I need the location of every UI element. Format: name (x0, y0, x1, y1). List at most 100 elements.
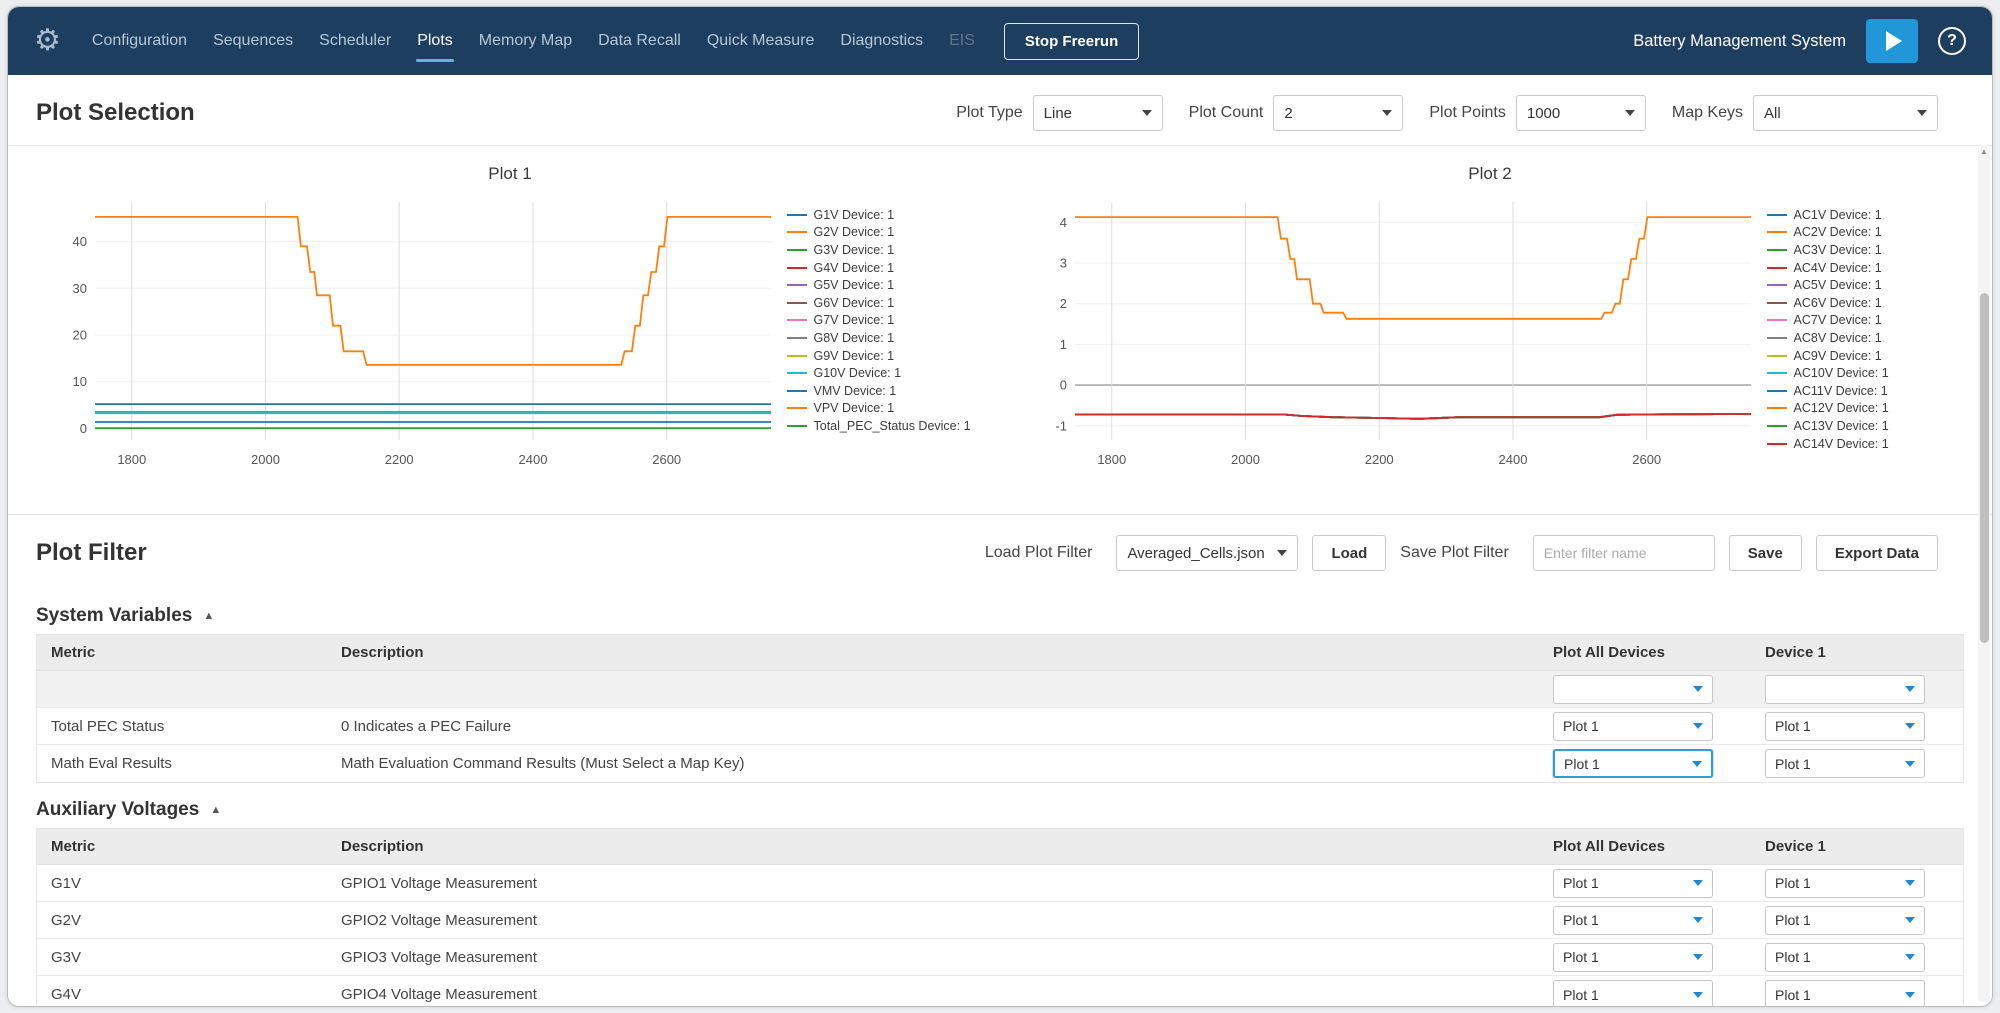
plot-card-2: Plot 2 18002000220024002600-101234 AC1V … (1000, 146, 1980, 474)
filter-group-system-variables: System Variables ▲ MetricDescriptionPlot… (36, 605, 1964, 783)
gear-icon[interactable]: ⚙ (34, 26, 61, 56)
control-label: Map Keys (1672, 104, 1743, 122)
legend-item[interactable]: AC4V Device: 1 (1767, 259, 1952, 277)
filter-file-select[interactable]: Averaged_Cells.json (1116, 535, 1298, 571)
legend-item[interactable]: G4V Device: 1 (787, 259, 972, 277)
legend-item[interactable]: AC10V Device: 1 (1767, 364, 1952, 382)
plot-all-devices-cell: Plot 1 (1539, 943, 1751, 972)
nav-item-plots[interactable]: Plots (404, 24, 466, 58)
app-window: ⚙ ConfigurationSequencesSchedulerPlotsMe… (7, 6, 1993, 1007)
plot-target-select[interactable]: Plot 1 (1553, 712, 1713, 741)
plot-card-1: Plot 1 18002000220024002600010203040 G1V… (20, 146, 1000, 474)
description-cell: Math Evaluation Command Results (Must Se… (327, 755, 1539, 772)
legend-item[interactable]: AC8V Device: 1 (1767, 329, 1952, 347)
legend-item[interactable]: Total_PEC_Status Device: 1 (787, 417, 972, 435)
legend-swatch (1767, 372, 1787, 374)
chevron-down-icon (1905, 954, 1915, 960)
plot-target-select[interactable]: Plot 1 (1765, 980, 1925, 1006)
legend-item[interactable]: VMV Device: 1 (787, 382, 972, 400)
plot-points-select[interactable]: 1000 (1516, 95, 1646, 131)
legend-item[interactable]: VPV Device: 1 (787, 400, 972, 418)
plot-target-select[interactable]: Plot 1 (1553, 906, 1713, 935)
legend-item[interactable]: AC11V Device: 1 (1767, 382, 1952, 400)
load-button[interactable]: Load (1312, 535, 1386, 571)
plot-count-select[interactable]: 2 (1273, 95, 1403, 131)
plot-target-select[interactable]: Plot 1 (1553, 869, 1713, 898)
legend-item[interactable]: AC5V Device: 1 (1767, 276, 1952, 294)
legend-swatch (1767, 355, 1787, 357)
control-plot-count: Plot Count 2 (1189, 95, 1404, 131)
plot-target-select[interactable]: Plot 1 (1765, 749, 1925, 778)
nav-item-scheduler[interactable]: Scheduler (306, 24, 404, 58)
plot-type-select[interactable]: Line (1033, 95, 1163, 131)
table-header-row: MetricDescriptionPlot All DevicesDevice … (37, 829, 1963, 865)
legend-item[interactable]: AC7V Device: 1 (1767, 312, 1952, 330)
chart-legend: AC1V Device: 1 AC2V Device: 1 AC3V Devic… (1767, 194, 1952, 452)
legend-item[interactable]: G2V Device: 1 (787, 224, 972, 242)
scrollbar-thumb[interactable] (1980, 293, 1989, 643)
legend-item[interactable]: G5V Device: 1 (787, 276, 972, 294)
plots-row: Plot 1 18002000220024002600010203040 G1V… (8, 146, 1992, 515)
plot-target-select[interactable] (1553, 675, 1713, 704)
plot-target-select[interactable]: Plot 1 (1553, 943, 1713, 972)
svg-text:1: 1 (1059, 337, 1066, 352)
nav-item-memory-map[interactable]: Memory Map (466, 24, 585, 58)
plot-target-select[interactable]: Plot 1 (1765, 906, 1925, 935)
filter-name-input[interactable] (1533, 535, 1715, 571)
plot-controls: Plot Type Line Plot Count 2 Plot Points … (956, 95, 1938, 131)
metric-cell: G1V (37, 875, 327, 892)
legend-item[interactable]: AC6V Device: 1 (1767, 294, 1952, 312)
legend-label: AC11V Device: 1 (1794, 384, 1888, 398)
nav-item-quick-measure[interactable]: Quick Measure (694, 24, 828, 58)
legend-item[interactable]: AC13V Device: 1 (1767, 417, 1952, 435)
legend-swatch (1767, 319, 1787, 321)
nav-item-sequences[interactable]: Sequences (200, 24, 306, 58)
group-header-auxiliary-voltages[interactable]: Auxiliary Voltages ▲ (36, 799, 1964, 821)
help-icon[interactable]: ? (1938, 27, 1966, 55)
plot-target-select[interactable]: Plot 1 (1765, 943, 1925, 972)
legend-item[interactable]: G9V Device: 1 (787, 347, 972, 365)
legend-label: AC14V Device: 1 (1794, 437, 1889, 451)
legend-item[interactable]: G8V Device: 1 (787, 329, 972, 347)
nav-item-configuration[interactable]: Configuration (79, 24, 200, 58)
legend-item[interactable]: AC1V Device: 1 (1767, 206, 1952, 224)
legend-label: AC13V Device: 1 (1794, 419, 1889, 433)
legend-item[interactable]: AC3V Device: 1 (1767, 241, 1952, 259)
description-cell: GPIO2 Voltage Measurement (327, 912, 1539, 929)
legend-item[interactable]: AC12V Device: 1 (1767, 400, 1952, 418)
play-button[interactable] (1866, 19, 1918, 63)
device-1-cell: Plot 1 (1751, 906, 1963, 935)
table-row: G2V GPIO2 Voltage Measurement Plot 1 Plo… (37, 902, 1963, 939)
save-button[interactable]: Save (1729, 535, 1802, 571)
column-header: Plot All Devices (1539, 644, 1751, 661)
legend-swatch (1767, 267, 1787, 269)
svg-text:1800: 1800 (117, 452, 146, 467)
chevron-up-icon: ▲ (210, 804, 221, 816)
line-chart: 18002000220024002600010203040 (49, 194, 779, 474)
plot-target-select[interactable]: Plot 1 (1553, 749, 1713, 778)
plot-target-select[interactable]: Plot 1 (1553, 980, 1713, 1006)
group-header-system-variables[interactable]: System Variables ▲ (36, 605, 1964, 627)
plot-target-select[interactable] (1765, 675, 1925, 704)
legend-item[interactable]: G7V Device: 1 (787, 312, 972, 330)
map-keys-select[interactable]: All (1753, 95, 1938, 131)
nav-item-data-recall[interactable]: Data Recall (585, 24, 694, 58)
stop-freerun-button[interactable]: Stop Freerun (1004, 23, 1139, 60)
description-cell: GPIO4 Voltage Measurement (327, 986, 1539, 1003)
legend-item[interactable]: AC9V Device: 1 (1767, 347, 1952, 365)
export-data-button[interactable]: Export Data (1816, 535, 1938, 571)
legend-item[interactable]: G6V Device: 1 (787, 294, 972, 312)
legend-item[interactable]: AC2V Device: 1 (1767, 224, 1952, 242)
legend-item[interactable]: G3V Device: 1 (787, 241, 972, 259)
scroll-up-icon[interactable]: ▲ (1978, 147, 1990, 156)
select-value: Plot 1 (1563, 912, 1599, 928)
plot-target-select[interactable]: Plot 1 (1765, 712, 1925, 741)
nav-item-eis[interactable]: EIS (936, 24, 988, 58)
legend-item[interactable]: G1V Device: 1 (787, 206, 972, 224)
legend-label: G9V Device: 1 (814, 349, 895, 363)
nav-item-diagnostics[interactable]: Diagnostics (827, 24, 936, 58)
legend-item[interactable]: AC14V Device: 1 (1767, 435, 1952, 453)
top-navbar: ⚙ ConfigurationSequencesSchedulerPlotsMe… (8, 7, 1992, 75)
legend-item[interactable]: G10V Device: 1 (787, 364, 972, 382)
plot-target-select[interactable]: Plot 1 (1765, 869, 1925, 898)
